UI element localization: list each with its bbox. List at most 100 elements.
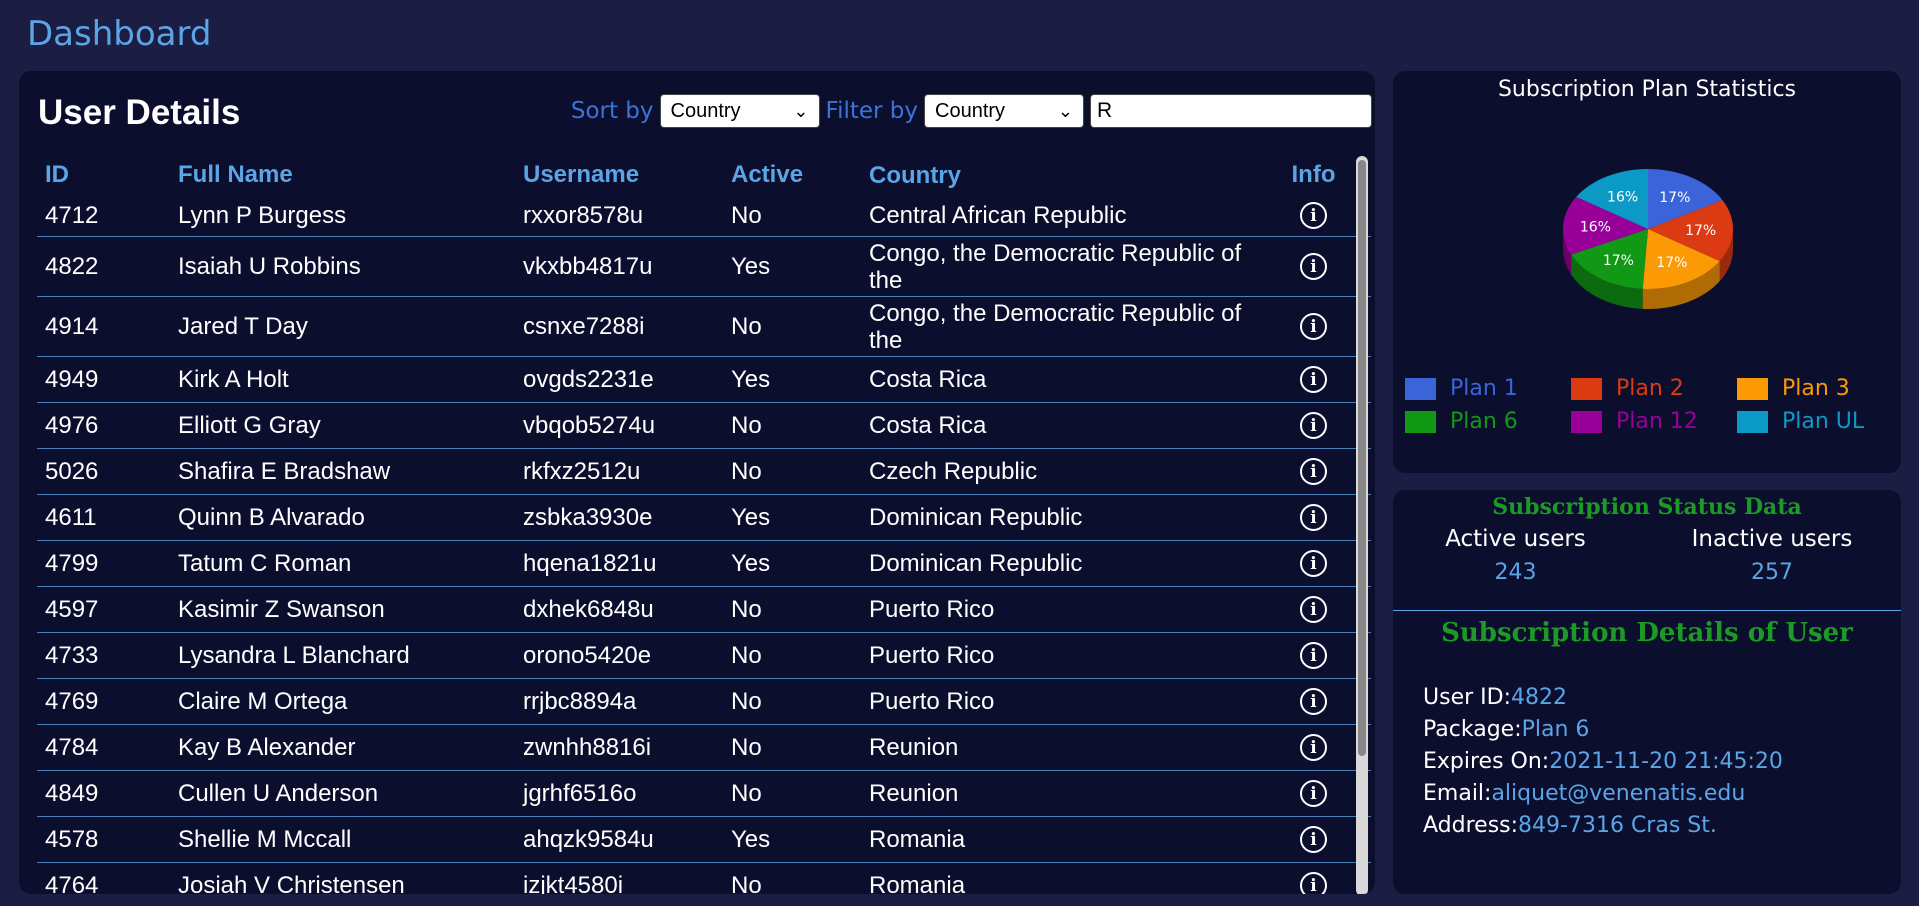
chevron-down-icon: ⌄ [793,100,809,121]
cell-id: 4733 [45,641,99,669]
info-icon[interactable]: i [1300,734,1327,761]
cell-full-name: Shellie M Mccall [178,825,352,853]
subscription-status-panel: Subscription Status Data Active users 24… [1393,490,1901,894]
cell-username: zsbka3930e [523,503,653,531]
info-icon[interactable]: i [1300,550,1327,577]
header-active[interactable]: Active [723,161,861,195]
scrollbar-thumb[interactable] [1358,160,1366,756]
detail-email: Email:aliquet@venenatis.edu [1423,778,1783,810]
cell-info: i [1276,313,1351,340]
info-icon[interactable]: i [1300,202,1327,229]
cell-username: izjkt4580i [523,871,624,895]
legend-item[interactable]: Plan UL [1737,409,1895,434]
info-icon[interactable]: i [1300,688,1327,715]
cell-info: i [1276,202,1351,229]
cell-info: i [1276,596,1351,623]
table-scrollbar[interactable] [1356,156,1368,894]
cell-country: Dominican Republic [869,504,1083,531]
plan-statistics-panel: Subscription Plan Statistics 17% 17% 17% 17… [1393,71,1901,473]
table-row[interactable]: 4849 Cullen U Anderson jgrhf6516o No Reunion… [37,771,1371,817]
cell-active: No [731,201,762,229]
sort-select[interactable]: Country ⌄ [659,94,820,128]
table-row[interactable]: 4712 Lynn P Burgess rxxor8578u No Central Af… [37,195,1371,237]
info-icon[interactable]: i [1300,366,1327,393]
info-icon[interactable]: i [1300,872,1327,894]
legend-swatch [1405,377,1436,400]
cell-country: Puerto Rico [869,688,995,715]
table-row[interactable]: 4578 Shellie M Mccall ahqzk9584u Yes Romania… [37,817,1371,863]
sort-label: Sort by [570,98,654,124]
cell-username: rxxor8578u [523,201,644,229]
cell-full-name: Quinn B Alvarado [178,503,365,531]
header-id[interactable]: ID [37,161,170,195]
table-row[interactable]: 4976 Elliott G Gray vbqob5274u No Costa Rica… [37,403,1371,449]
info-icon[interactable]: i [1300,504,1327,531]
cell-active: No [731,687,762,715]
cell-active: Yes [731,825,771,853]
cell-country: Reunion [869,780,959,807]
cell-id: 4611 [45,503,97,531]
table-header: ID Full Name Username Active Country Inf… [37,153,1371,195]
divider [1393,610,1901,611]
header-country[interactable]: Country [861,162,1276,195]
info-icon[interactable]: i [1300,780,1327,807]
cell-id: 4914 [45,312,99,340]
user-details-title: User Details [38,93,241,132]
info-icon[interactable]: i [1300,826,1327,853]
detail-value[interactable]: aliquet@venenatis.edu [1491,781,1745,806]
cell-country: Costa Rica [869,412,987,439]
detail-label: Email: [1423,781,1492,806]
table-row[interactable]: 4949 Kirk A Holt ovgds2231e Yes Costa Rica i [37,357,1371,403]
active-users-label: Active users [1445,526,1586,552]
pie-slice-label: 17% [1603,253,1634,269]
info-icon[interactable]: i [1300,596,1327,623]
cell-id: 5026 [45,457,99,485]
cell-id: 4949 [45,365,99,393]
detail-value: 2021-11-20 21:45:20 [1549,749,1783,774]
info-icon[interactable]: i [1300,253,1327,280]
filter-select[interactable]: Country ⌄ [924,94,1084,128]
cell-id: 4784 [45,733,99,761]
cell-info: i [1276,458,1351,485]
cell-full-name: Kay B Alexander [178,733,356,761]
cell-active: No [731,595,762,623]
legend-label: Plan 6 [1450,409,1518,434]
cell-country: Reunion [869,734,959,761]
legend-item[interactable]: Plan 3 [1737,376,1895,401]
cell-info: i [1276,412,1351,439]
table-row[interactable]: 4822 Isaiah U Robbins vkxbb4817u Yes Congo, … [37,237,1371,297]
header-username[interactable]: Username [515,161,723,195]
table-row[interactable]: 4764 Josiah V Christensen izjkt4580i No Roma… [37,863,1371,894]
table-row[interactable]: 5026 Shafira E Bradshaw rkfxz2512u No Czech … [37,449,1371,495]
filter-input[interactable] [1090,94,1372,128]
page-title: Dashboard [27,14,212,54]
table-row[interactable]: 4799 Tatum C Roman hqena1821u Yes Dominican … [37,541,1371,587]
info-icon[interactable]: i [1300,458,1327,485]
cell-id: 4822 [45,252,99,280]
legend-item[interactable]: Plan 1 [1405,376,1571,401]
users-table: ID Full Name Username Active Country Inf… [37,153,1371,894]
legend-item[interactable]: Plan 6 [1405,409,1571,434]
pie-slice-label: 16% [1607,189,1638,205]
table-row[interactable]: 4733 Lysandra L Blanchard orono5420e No Puer… [37,633,1371,679]
table-row[interactable]: 4914 Jared T Day csnxe7288i No Congo, the De… [37,297,1371,357]
info-icon[interactable]: i [1300,313,1327,340]
cell-country: Congo, the Democratic Republic of the [869,239,1242,294]
table-row[interactable]: 4597 Kasimir Z Swanson dxhek6848u No Puerto … [37,587,1371,633]
cell-full-name: Tatum C Roman [178,549,352,577]
header-full-name[interactable]: Full Name [170,161,515,195]
inactive-users-stat: Inactive users 257 [1643,526,1901,585]
legend-item[interactable]: Plan 2 [1571,376,1737,401]
user-details-panel: User Details Sort by Country ⌄ Filter by… [19,71,1375,894]
table-row[interactable]: 4611 Quinn B Alvarado zsbka3930e Yes Dominic… [37,495,1371,541]
info-icon[interactable]: i [1300,412,1327,439]
cell-info: i [1276,826,1351,853]
legend-label: Plan 2 [1616,376,1684,401]
cell-full-name: Kasimir Z Swanson [178,595,385,623]
legend-item[interactable]: Plan 12 [1571,409,1737,434]
info-icon[interactable]: i [1300,642,1327,669]
table-row[interactable]: 4769 Claire M Ortega rrjbc8894a No Puerto Ri… [37,679,1371,725]
cell-username: csnxe7288i [523,312,645,340]
table-row[interactable]: 4784 Kay B Alexander zwnhh8816i No Reunion i [37,725,1371,771]
legend-swatch [1737,410,1768,433]
